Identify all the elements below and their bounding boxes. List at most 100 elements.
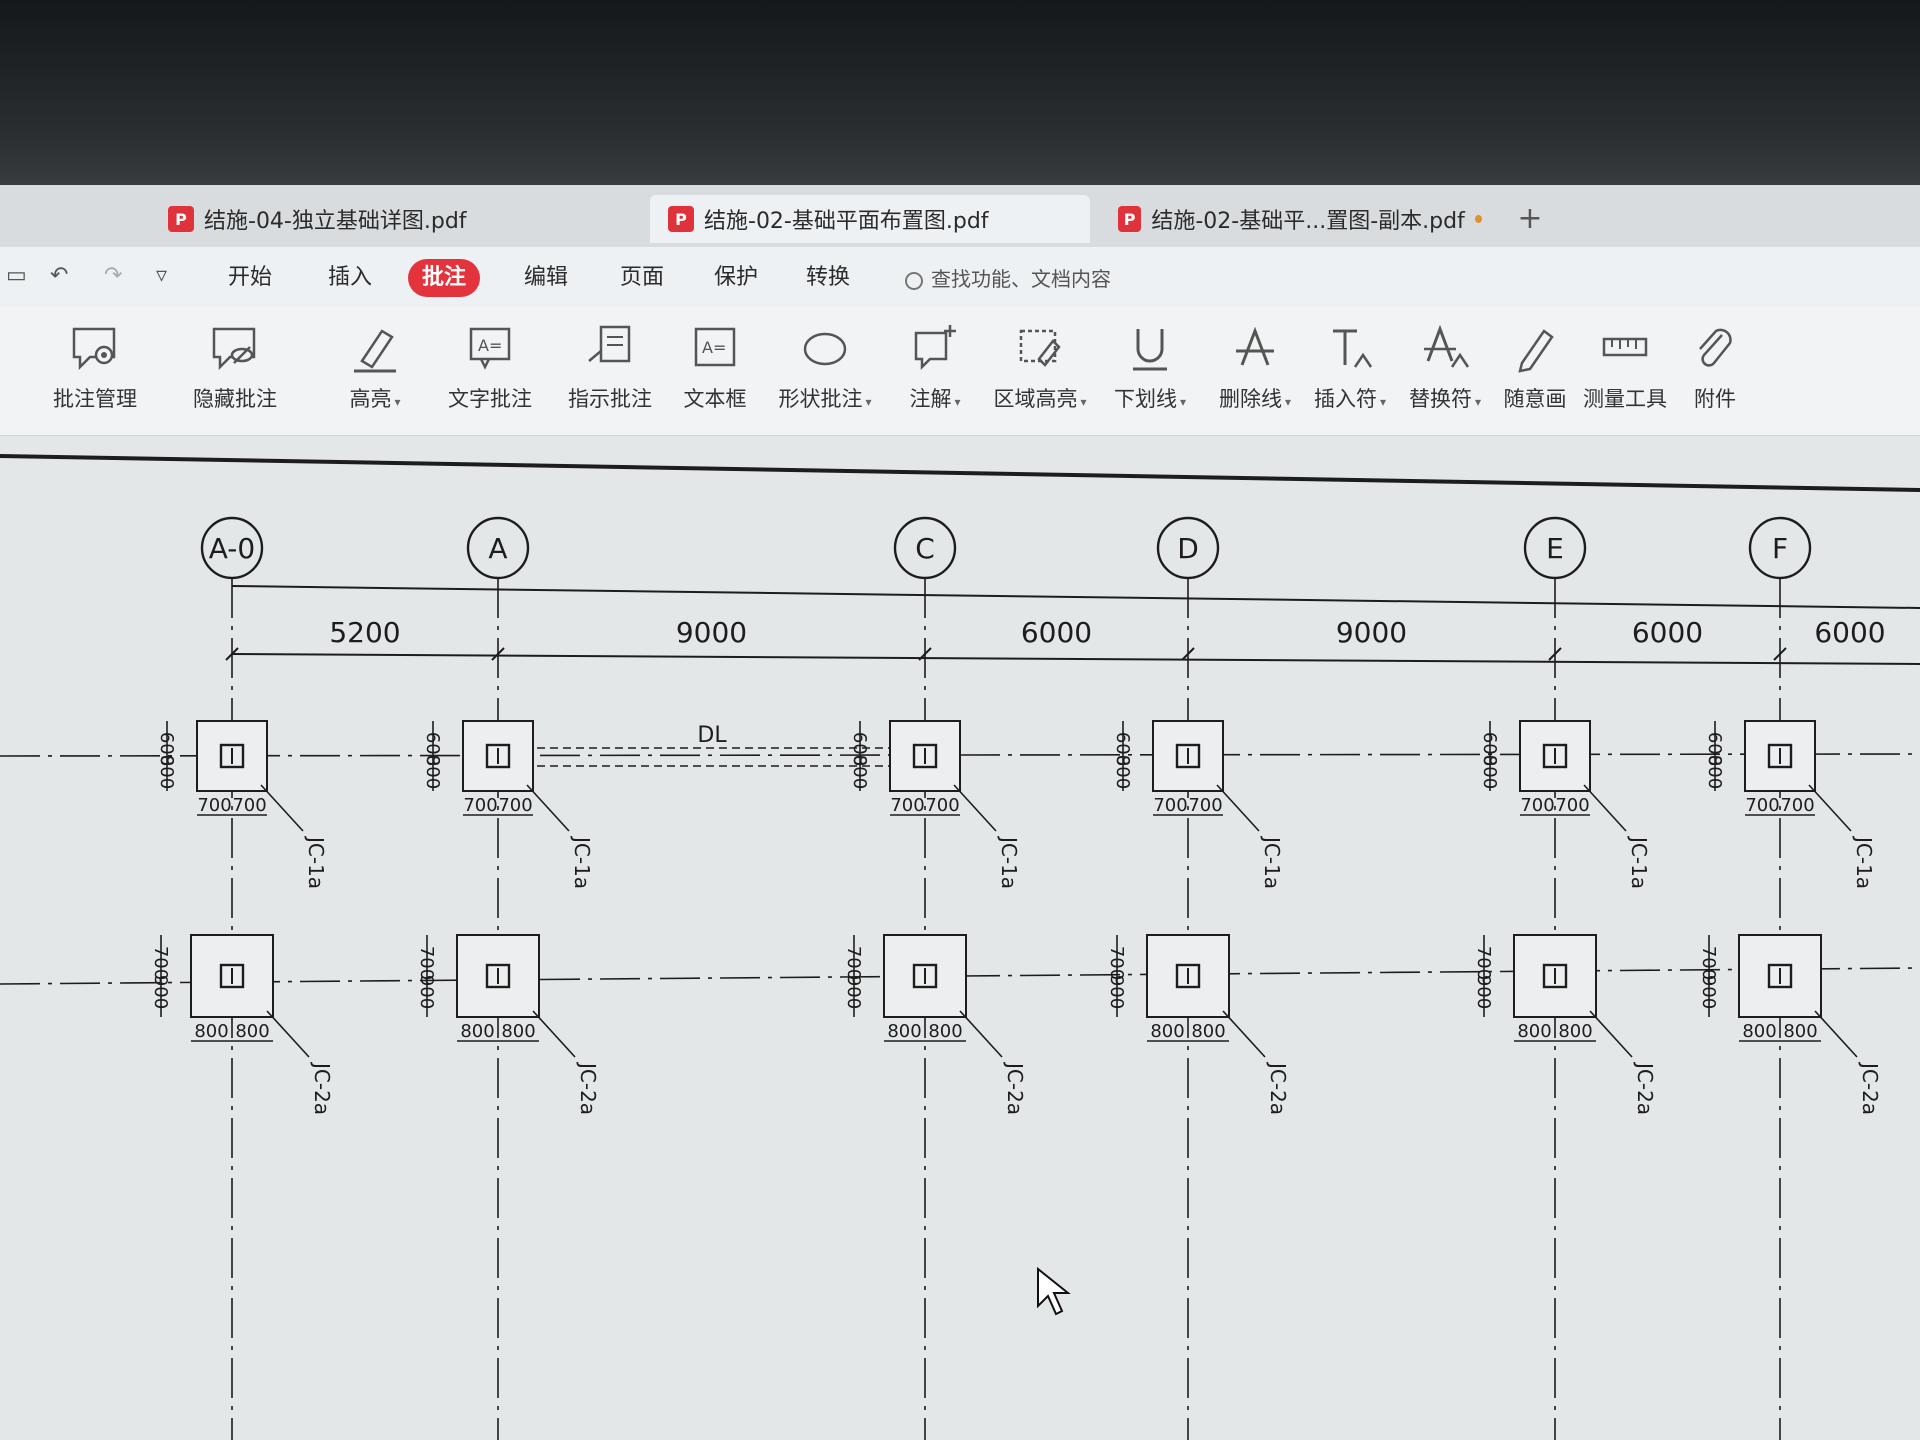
tab-label: 结施-02-基础平面布置图.pdf (704, 209, 989, 234)
axis-label-F: F (1772, 532, 1788, 565)
span-dimension-6000: 6000 (1632, 616, 1703, 649)
pdf-file-icon: P (168, 206, 194, 232)
dimension-value: 700 (1780, 795, 1814, 816)
dimension-value: 800 (1558, 1021, 1592, 1042)
customize-chevron-icon[interactable]: ▿ (156, 263, 167, 288)
footing-label: JC-1a (997, 835, 1021, 889)
dimension-value: 800 (1191, 1021, 1225, 1042)
span-dimension-line (231, 653, 1920, 665)
dimension-value: 800 (501, 1021, 535, 1042)
undo-icon[interactable]: ↶ (50, 263, 68, 288)
dimension-value: 900 (843, 975, 864, 1009)
footing-label: JC-2a (1858, 1061, 1882, 1115)
tool-text-comment[interactable]: A= 文字批注 (435, 317, 545, 427)
tool-note[interactable]: 注解 ▾ (880, 317, 990, 427)
paperclip-icon (1699, 328, 1732, 367)
span-dimension-5200: 5200 (329, 616, 400, 649)
leader-line (1814, 1010, 1858, 1058)
monitor-bezel (0, 0, 1920, 190)
dimension-value: 700 (1555, 795, 1589, 816)
insert-caret-icon (1333, 329, 1373, 368)
tool-label: 形状批注 ▾ (778, 387, 872, 411)
tab-jieshi-04[interactable]: P 结施-04-独立基础详图.pdf (150, 195, 570, 243)
span-dimension-9000: 9000 (676, 616, 747, 649)
tool-label: 隐藏批注 (193, 387, 277, 411)
footing-label: JC-1a (570, 835, 594, 889)
dimension-value: 900 (150, 975, 171, 1009)
tool-label: 批注管理 (53, 387, 137, 411)
tool-underline[interactable]: 下划线 ▾ (1095, 317, 1205, 427)
tool-area-highlight[interactable]: 区域高亮 ▾ (985, 317, 1095, 427)
comment-hide-icon (212, 327, 256, 371)
unsaved-dot-icon (1474, 215, 1482, 223)
tool-label: 随意画 (1503, 387, 1567, 411)
dimension-value: 800 (460, 1021, 494, 1042)
dimension-value: 700 (1153, 795, 1187, 816)
dimension-value: 700 (498, 795, 532, 816)
menu-edit[interactable]: 编辑 (510, 259, 582, 297)
tool-hide-comments[interactable]: 隐藏批注 (180, 317, 290, 427)
tool-label: 区域高亮 ▾ (993, 387, 1087, 411)
axis-label-D: D (1177, 532, 1199, 565)
tab-jieshi-02-copy[interactable]: P 结施-02-基础平...置图-副本.pdf (1100, 195, 1500, 243)
dimension-value: 800 (235, 1021, 269, 1042)
replace-caret-icon (1424, 324, 1470, 368)
leader-line (1589, 1010, 1633, 1058)
dimension-value: 800 (1742, 1021, 1776, 1042)
redo-icon[interactable]: ↷ (104, 263, 122, 288)
textbox-icon: A= (694, 327, 736, 367)
mouse-cursor-icon (1037, 1266, 1071, 1316)
tool-strikethrough[interactable]: 删除线 ▾ (1200, 317, 1310, 427)
dimension-value: 800 (928, 1021, 962, 1042)
tool-textbox[interactable]: A= 文本框 (660, 317, 770, 427)
tool-shape-comment[interactable]: 形状批注 ▾ (770, 317, 880, 427)
comment-gear-icon (72, 327, 116, 371)
tool-comment-manage[interactable]: 批注管理 (40, 317, 150, 427)
text-comment-icon: A= (469, 327, 511, 370)
dimension-value: 800 (1517, 1021, 1551, 1042)
dimension-value: 700 (1520, 795, 1554, 816)
new-tab-button[interactable]: + (1512, 201, 1548, 236)
dimension-value: 900 (416, 975, 437, 1009)
axis-extent-line (231, 585, 1920, 609)
underline-icon (1133, 329, 1167, 371)
footing-label: JC-1a (1852, 835, 1876, 889)
menu-start[interactable]: 开始 (214, 259, 286, 297)
menu-page[interactable]: 页面 (606, 259, 678, 297)
tab-jieshi-02[interactable]: P 结施-02-基础平面布置图.pdf (650, 195, 1090, 243)
tool-label: 文本框 (683, 387, 747, 411)
dimension-value: 900 (1106, 975, 1127, 1009)
annotate-ribbon: 批注管理 隐藏批注 高亮 ▾ A= 文字批注 指示批注 A= 文本框 形状批注 ▾ … (0, 307, 1920, 436)
menu-insert[interactable]: 插入 (314, 259, 386, 297)
menu-annotate[interactable]: 批注 (408, 259, 481, 297)
menu-convert[interactable]: 转换 (792, 259, 864, 297)
callout-comment-icon (588, 325, 631, 363)
footing-label: JC-2a (1633, 1061, 1657, 1115)
pdf-page-view[interactable]: A-0 A C D E F 5200 9000 6000 9000 6000 6000 DL 600 800… (0, 436, 1920, 1440)
tool-label: 替换符 ▾ (1408, 387, 1482, 411)
axis-label-A: A (488, 532, 507, 565)
beam-label: DL (697, 723, 727, 748)
dimension-value: 800 (1479, 755, 1500, 789)
leader-line (526, 784, 570, 832)
leader-line (1216, 784, 1260, 832)
tool-highlight[interactable]: 高亮 ▾ (320, 317, 430, 427)
menu-bar: ▭ ↶ ↷ ▿ 开始 插入 批注 编辑 页面 保护 转换 查找功能、文档内容 (0, 247, 1920, 307)
dimension-value: 800 (849, 755, 870, 789)
tool-callout-comment[interactable]: 指示批注 (555, 317, 665, 427)
save-icon[interactable]: ▭ (6, 263, 27, 288)
menu-protect[interactable]: 保护 (700, 259, 772, 297)
area-highlight-icon (1019, 329, 1061, 367)
search-icon (905, 271, 923, 290)
tool-attachment[interactable]: 附件 (1660, 317, 1770, 427)
footing-label: JC-1a (304, 835, 328, 889)
tool-insert-caret[interactable]: 插入符 ▾ (1295, 317, 1405, 427)
footing-label: JC-1a (1627, 835, 1651, 889)
note-add-icon (914, 325, 956, 371)
feature-search[interactable]: 查找功能、文档内容 (905, 263, 1111, 295)
dimension-value: 700 (890, 795, 924, 816)
leader-line (532, 1010, 576, 1058)
leader-line (1583, 784, 1627, 832)
dimension-value: 900 (1473, 975, 1494, 1009)
pen-icon (1518, 329, 1554, 373)
